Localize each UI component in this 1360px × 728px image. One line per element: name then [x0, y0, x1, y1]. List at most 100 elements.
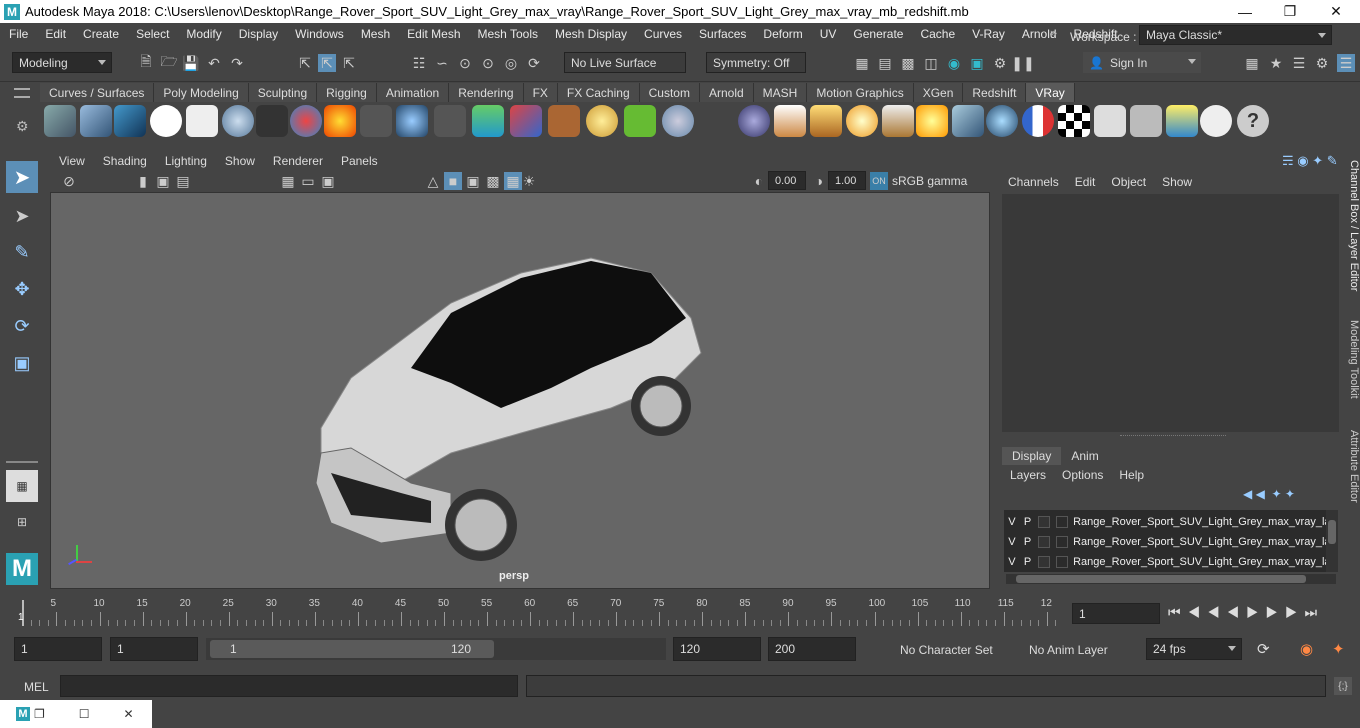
vray-ipr-icon[interactable]: ⚙: [991, 54, 1009, 72]
vray-omni-icon[interactable]: [846, 105, 878, 137]
layer-visibility-toggle[interactable]: V: [1004, 556, 1020, 568]
layer-color-box[interactable]: [1056, 535, 1069, 548]
anim-layer-select[interactable]: No Anim Layer: [1029, 643, 1108, 657]
layer-menu-help[interactable]: Help: [1111, 468, 1152, 482]
open-scene-icon[interactable]: 🗁: [160, 53, 178, 72]
menu-deform[interactable]: Deform: [754, 27, 810, 41]
menu-edit[interactable]: Edit: [36, 27, 74, 41]
channel-menu-channels[interactable]: Channels: [1000, 175, 1067, 189]
snap-grid-icon[interactable]: ☷: [410, 54, 428, 72]
pause-render-icon[interactable]: ❚❚: [1011, 54, 1034, 72]
anim-end-field[interactable]: 200: [768, 637, 856, 661]
layer-tab-display[interactable]: Display: [1002, 447, 1062, 465]
maya-taskbar-icon[interactable]: M: [16, 707, 30, 721]
menu-select[interactable]: Select: [127, 27, 177, 41]
shelf-tab-redshift[interactable]: Redshift: [963, 83, 1027, 102]
snap-surface-icon[interactable]: ◎: [502, 54, 520, 72]
mode-select[interactable]: Modeling: [12, 52, 112, 73]
film-gate-icon[interactable]: ▭: [299, 172, 317, 190]
channel-box[interactable]: [1002, 194, 1339, 432]
rotate-tool-icon[interactable]: ⟳: [6, 310, 38, 342]
layer-menu-layers[interactable]: Layers: [1002, 468, 1054, 482]
shelf-tab-vray[interactable]: VRay: [1026, 83, 1075, 102]
lasso-tool-icon[interactable]: ➤: [6, 200, 38, 232]
command-lang-label[interactable]: MEL: [24, 680, 49, 694]
menu-file[interactable]: File: [0, 27, 36, 41]
single-layout-icon[interactable]: ▦: [6, 470, 38, 502]
viewport-menu-view[interactable]: View: [50, 154, 94, 168]
shelf-tab-fx[interactable]: FX: [523, 83, 558, 102]
smooth-shade-icon[interactable]: ■: [444, 172, 462, 190]
layer-row[interactable]: V P Range_Rover_Sport_SUV_Light_Grey_max_v…: [1004, 532, 1326, 551]
color-management-icon[interactable]: ON: [870, 172, 888, 190]
sign-in-button[interactable]: 👤 Sign In: [1083, 52, 1201, 73]
vray-env-icon[interactable]: [986, 105, 1018, 137]
shelf-tab-fx-caching[interactable]: FX Caching: [557, 83, 640, 102]
hypershade-icon[interactable]: ◉: [945, 54, 963, 72]
channel-menu-object[interactable]: Object: [1103, 175, 1154, 189]
playback-controls[interactable]: ⏮◀◀◀▶▶▶⏭: [1168, 604, 1324, 621]
human-ik-icon[interactable]: ★: [1267, 54, 1285, 72]
scale-tool-icon[interactable]: ▣: [6, 347, 38, 379]
render-settings-icon[interactable]: ▦: [853, 54, 871, 72]
layer-scrollbar[interactable]: [1326, 510, 1338, 572]
vray-ies-icon[interactable]: [882, 105, 914, 137]
menu-uv[interactable]: UV: [811, 27, 845, 41]
select-tool-icon[interactable]: ➤: [6, 161, 38, 193]
four-layout-icon[interactable]: ⊞: [6, 506, 38, 538]
layer-name[interactable]: Range_Rover_Sport_SUV_Light_Grey_max_vra…: [1073, 516, 1326, 528]
menu-create[interactable]: Create: [74, 27, 127, 41]
symmetry-field[interactable]: Symmetry: Off: [706, 52, 806, 73]
shelf-tab-poly-modeling[interactable]: Poly Modeling: [154, 83, 249, 102]
command-input[interactable]: [60, 675, 518, 697]
layer-color-box[interactable]: [1056, 515, 1069, 528]
channel-box-icon[interactable]: ☰: [1337, 54, 1355, 72]
vray-material-icon[interactable]: [290, 105, 322, 137]
menu-v-ray[interactable]: V-Ray: [963, 27, 1013, 41]
shadows-icon[interactable]: ☀: [520, 172, 538, 190]
shelf-tab-rendering[interactable]: Rendering: [449, 83, 524, 102]
menu-windows[interactable]: Windows: [286, 27, 352, 41]
menu-mesh-tools[interactable]: Mesh Tools: [469, 27, 546, 41]
vray-logo-icon[interactable]: [150, 105, 182, 137]
layer-row[interactable]: V P Range_Rover_Sport_SUV_Light_Grey_max_v…: [1004, 552, 1326, 571]
vray-log-icon[interactable]: [186, 105, 218, 137]
undo-icon[interactable]: ↶: [205, 54, 223, 72]
move-tool-icon[interactable]: ✥: [6, 273, 38, 305]
channel-menu-edit[interactable]: Edit: [1067, 175, 1104, 189]
select-hierarchy-icon[interactable]: ⇱: [296, 54, 314, 72]
layer-playback-toggle[interactable]: P: [1020, 536, 1036, 548]
vray-vfb-icon[interactable]: [1094, 105, 1126, 137]
viewport-menu-panels[interactable]: Panels: [332, 154, 387, 168]
layer-tab-anim[interactable]: Anim: [1061, 447, 1108, 465]
image-plane-icon[interactable]: ▤: [174, 172, 192, 190]
layer-visibility-toggle[interactable]: V: [1004, 516, 1020, 528]
gamma-icon[interactable]: ◑: [810, 172, 828, 190]
shelf-tab-custom[interactable]: Custom: [639, 83, 700, 102]
layer-type-box[interactable]: [1038, 555, 1051, 568]
character-set-select[interactable]: No Character Set: [900, 643, 993, 657]
layer-name[interactable]: Range_Rover_Sport_SUV_Light_Grey_max_vra…: [1073, 536, 1326, 548]
channel-icons[interactable]: ☴ ◉ ✦ ✎: [1282, 153, 1338, 169]
snap-point-icon[interactable]: ⊙: [456, 54, 474, 72]
layer-playback-toggle[interactable]: P: [1020, 556, 1036, 568]
vray-texture-icon[interactable]: [548, 105, 580, 137]
live-surface-field[interactable]: No Live Surface: [564, 52, 686, 73]
restore-icon[interactable]: ❐: [34, 707, 45, 721]
wireframe-icon[interactable]: △: [424, 172, 442, 190]
menu-mesh[interactable]: Mesh: [352, 27, 398, 41]
snap-view-icon[interactable]: ⊙: [479, 54, 497, 72]
vray-grid-icon[interactable]: [80, 105, 112, 137]
vray-settings-icon[interactable]: [44, 105, 76, 137]
shelf-settings-icon[interactable]: ⚙: [16, 118, 29, 135]
playback-start-field[interactable]: 1: [110, 637, 198, 661]
layer-type-box[interactable]: [1038, 515, 1051, 528]
vray-sphere-fade-icon[interactable]: [738, 105, 770, 137]
select-component-icon[interactable]: ⇱: [340, 54, 358, 72]
shelf-tab-arnold[interactable]: Arnold: [699, 83, 754, 102]
maximize-icon[interactable]: ☐: [79, 707, 90, 721]
save-scene-icon[interactable]: 💾: [182, 54, 200, 72]
maximize-button[interactable]: ❐: [1267, 0, 1313, 23]
viewport-menu-lighting[interactable]: Lighting: [156, 154, 216, 168]
menu-generate[interactable]: Generate: [844, 27, 911, 41]
